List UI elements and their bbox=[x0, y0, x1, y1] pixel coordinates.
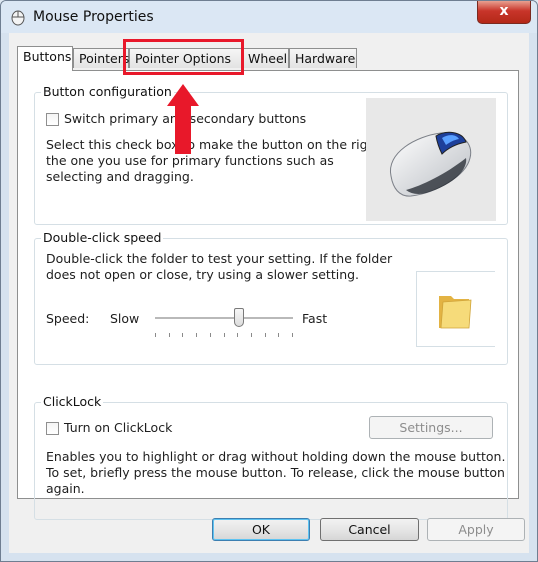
description-line: again. bbox=[46, 481, 85, 496]
close-button[interactable]: x bbox=[477, 1, 531, 24]
slow-label: Slow bbox=[110, 311, 140, 326]
tab-pointers[interactable]: Pointers bbox=[73, 48, 129, 68]
slider-tick bbox=[169, 333, 170, 337]
buttons-tab-panel: Button configuration Switch primary and … bbox=[17, 70, 519, 520]
slider-tick bbox=[237, 333, 238, 337]
slider-tick bbox=[278, 333, 279, 337]
slider-tick bbox=[251, 333, 252, 337]
annotation-up-arrow-icon bbox=[167, 84, 199, 154]
test-folder-area[interactable] bbox=[416, 271, 495, 347]
dialog-client-area: Buttons Pointers Pointer Options Wheel H… bbox=[9, 33, 529, 553]
description-line: Enables you to highlight or drag without… bbox=[46, 449, 506, 464]
tab-buttons[interactable]: Buttons bbox=[17, 46, 73, 71]
clicklock-label: Turn on ClickLock bbox=[64, 420, 173, 435]
slider-tick bbox=[265, 333, 266, 337]
tab-label: Wheel bbox=[248, 51, 288, 66]
slider-tick bbox=[182, 333, 183, 337]
tab-strip: Buttons Pointers Pointer Options Wheel H… bbox=[17, 46, 517, 71]
description-line: Double-click the folder to test your set… bbox=[46, 251, 393, 266]
cancel-button[interactable]: Cancel bbox=[320, 518, 419, 541]
button-configuration-group: Button configuration Switch primary and … bbox=[34, 84, 508, 225]
mouse-icon bbox=[11, 10, 25, 26]
tab-wheel[interactable]: Wheel bbox=[242, 48, 289, 68]
double-click-speed-group: Double-click speed Double-click the fold… bbox=[34, 230, 508, 365]
slider-tick bbox=[292, 333, 293, 337]
description-line: the one you use for primary functions su… bbox=[46, 153, 334, 168]
mouse-illustration-icon bbox=[390, 131, 472, 197]
slider-tick bbox=[210, 333, 211, 337]
folder-icon bbox=[439, 296, 472, 329]
description-line: To set, briefly press the mouse button. … bbox=[46, 465, 505, 480]
group-title: Button configuration bbox=[41, 84, 174, 99]
slider-thumb[interactable] bbox=[234, 308, 244, 327]
tab-label: Pointers bbox=[79, 51, 130, 66]
slider-tick bbox=[155, 333, 156, 337]
window-title: Mouse Properties bbox=[33, 9, 154, 25]
tab-label: Hardware bbox=[295, 51, 356, 66]
mouse-preview bbox=[366, 98, 496, 221]
clicklock-group: ClickLock Turn on ClickLock Settings... … bbox=[34, 394, 508, 520]
switch-buttons-checkbox[interactable] bbox=[46, 113, 59, 126]
slider-tick bbox=[224, 333, 225, 337]
slider-tick bbox=[196, 333, 197, 337]
description-line: Select this check box to make the button… bbox=[46, 137, 381, 152]
apply-button[interactable]: Apply bbox=[427, 518, 525, 541]
tab-label: Buttons bbox=[23, 49, 72, 64]
tab-hardware[interactable]: Hardware bbox=[289, 48, 357, 68]
group-title: Double-click speed bbox=[41, 230, 164, 245]
mouse-properties-window: Mouse Properties x Buttons Pointers Poin… bbox=[0, 0, 538, 562]
slider-track bbox=[155, 317, 293, 320]
fast-label: Fast bbox=[302, 311, 328, 326]
clicklock-checkbox[interactable] bbox=[46, 422, 59, 435]
annotation-highlight-box bbox=[123, 39, 244, 75]
group-title: ClickLock bbox=[41, 394, 104, 409]
double-click-speed-slider[interactable] bbox=[155, 307, 293, 339]
ok-button[interactable]: OK bbox=[212, 518, 310, 541]
clicklock-settings-button[interactable]: Settings... bbox=[369, 416, 493, 439]
close-icon: x bbox=[499, 3, 509, 19]
speed-label: Speed: bbox=[46, 311, 90, 326]
title-bar: Mouse Properties x bbox=[1, 1, 537, 33]
description-line: selecting and dragging. bbox=[46, 169, 194, 184]
description-line: does not open or close, try using a slow… bbox=[46, 267, 360, 282]
